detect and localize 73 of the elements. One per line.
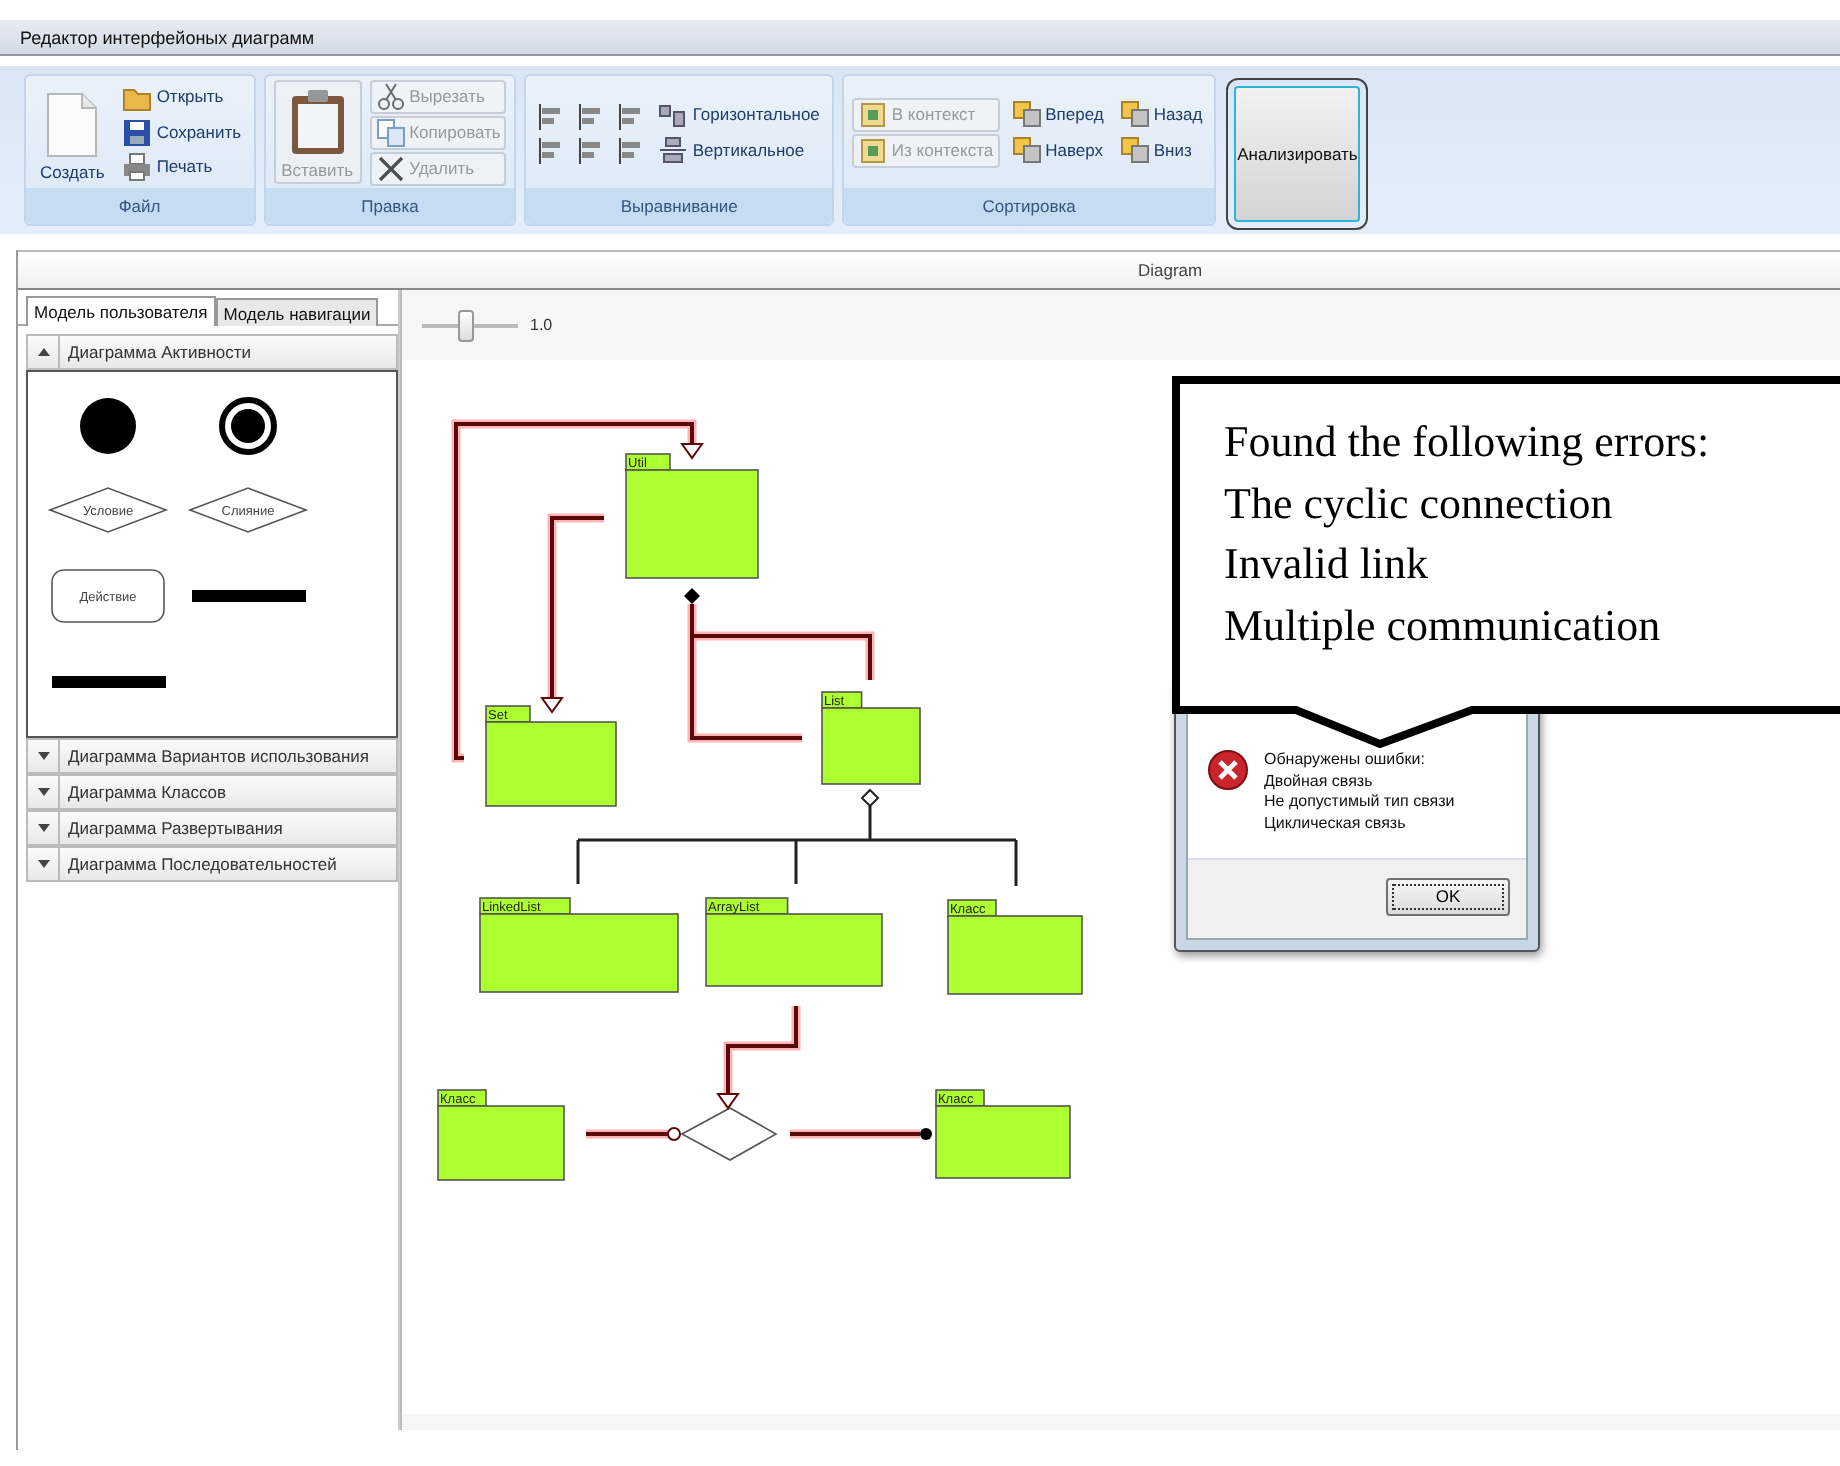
scissors-icon xyxy=(375,81,406,111)
ribbon-button[interactable]: Наверх xyxy=(1007,133,1108,167)
ribbon-button[interactable]: Печать xyxy=(118,150,246,185)
expand-caret-icon xyxy=(37,822,49,834)
connector[interactable] xyxy=(716,1006,801,1110)
connector[interactable] xyxy=(586,1127,681,1141)
connector[interactable] xyxy=(576,788,1018,888)
window-title: Редактор интерфейоных диаграмм xyxy=(0,20,1840,56)
dialog-message: Не допустимый тип связи xyxy=(1264,792,1455,813)
layers-icon xyxy=(1011,135,1042,165)
group-label: Файл xyxy=(26,188,254,224)
align-icon xyxy=(616,135,645,163)
connector[interactable] xyxy=(684,588,875,743)
align-icon xyxy=(536,101,565,129)
zoom-value: 1.0 xyxy=(530,313,553,337)
callout-text: The cyclic connection xyxy=(1224,475,1615,532)
ok-button[interactable]: OK xyxy=(1386,878,1510,916)
ribbon-button[interactable]: Горизонтальное xyxy=(654,97,824,131)
ribbon-button[interactable]: Назад xyxy=(1115,97,1207,131)
ribbon-button[interactable]: Создать xyxy=(34,80,111,184)
error-icon xyxy=(1208,750,1248,790)
tab[interactable]: Модель пользователя xyxy=(26,296,216,326)
decision-shape[interactable] xyxy=(47,487,169,533)
align-icon xyxy=(658,135,689,165)
group-label: Правка xyxy=(265,188,515,224)
expand-caret-icon xyxy=(37,750,49,762)
layers-icon xyxy=(1119,99,1150,129)
callout-text: Invalid link xyxy=(1224,536,1431,592)
dialog-message: Циклическая связь xyxy=(1264,813,1408,834)
ribbon-button[interactable]: Вниз xyxy=(1115,133,1207,167)
expand-caret-icon xyxy=(37,786,49,798)
align-icon xyxy=(536,135,565,163)
decision-shape[interactable] xyxy=(187,487,309,533)
context-icon xyxy=(857,99,888,129)
decision-node[interactable] xyxy=(680,1107,778,1161)
ribbon-button[interactable]: Вертикальное xyxy=(654,133,824,167)
context-icon xyxy=(857,135,888,165)
layers-icon xyxy=(1119,135,1150,165)
group-label: Сортировка xyxy=(843,188,1215,224)
connector[interactable] xyxy=(540,513,604,714)
slider-thumb[interactable] xyxy=(457,309,474,341)
dialog-message: Обнаружены ошибки: xyxy=(1264,750,1427,771)
copy-icon xyxy=(375,117,406,147)
initial-node-icon[interactable] xyxy=(80,398,136,454)
connector[interactable] xyxy=(451,419,704,763)
align-icon xyxy=(576,135,605,163)
document-title: Diagram xyxy=(1138,260,1203,280)
connector[interactable] xyxy=(790,1128,932,1140)
action-shape[interactable] xyxy=(51,569,165,623)
callout-text: Multiple communication xyxy=(1224,597,1663,654)
clipboard-icon xyxy=(287,87,348,155)
ribbon-button[interactable]: Вперед xyxy=(1007,97,1108,131)
collapse-caret-icon xyxy=(37,346,49,358)
accordion-header[interactable]: Диаграмма Активности xyxy=(26,334,398,370)
expand-caret-icon xyxy=(37,858,49,870)
align-icon xyxy=(576,101,605,129)
dialog-message: Двойная связь xyxy=(1264,771,1375,792)
accordion-header[interactable]: Диаграмма Последовательностей xyxy=(26,846,398,882)
final-node-icon[interactable] xyxy=(219,397,277,455)
accordion-header[interactable]: Диаграмма Классов xyxy=(26,774,398,810)
close-icon xyxy=(375,153,406,183)
align-icon xyxy=(658,99,689,129)
printer-icon xyxy=(122,152,153,183)
callout-text: Found the following errors: xyxy=(1224,414,1710,470)
accordion-header[interactable]: Диаграмма Вариантов использования xyxy=(26,738,398,774)
accordion-header[interactable]: Диаграмма Развертывания xyxy=(26,810,398,846)
ribbon-button[interactable]: Сохранить xyxy=(118,115,246,149)
layers-icon xyxy=(1011,99,1042,129)
ribbon-button[interactable]: Открыть xyxy=(118,80,246,114)
align-icon xyxy=(616,101,645,129)
group-label: Выравнивание xyxy=(526,188,832,224)
page-icon xyxy=(44,91,101,157)
tab[interactable]: Модель навигации xyxy=(215,298,379,326)
